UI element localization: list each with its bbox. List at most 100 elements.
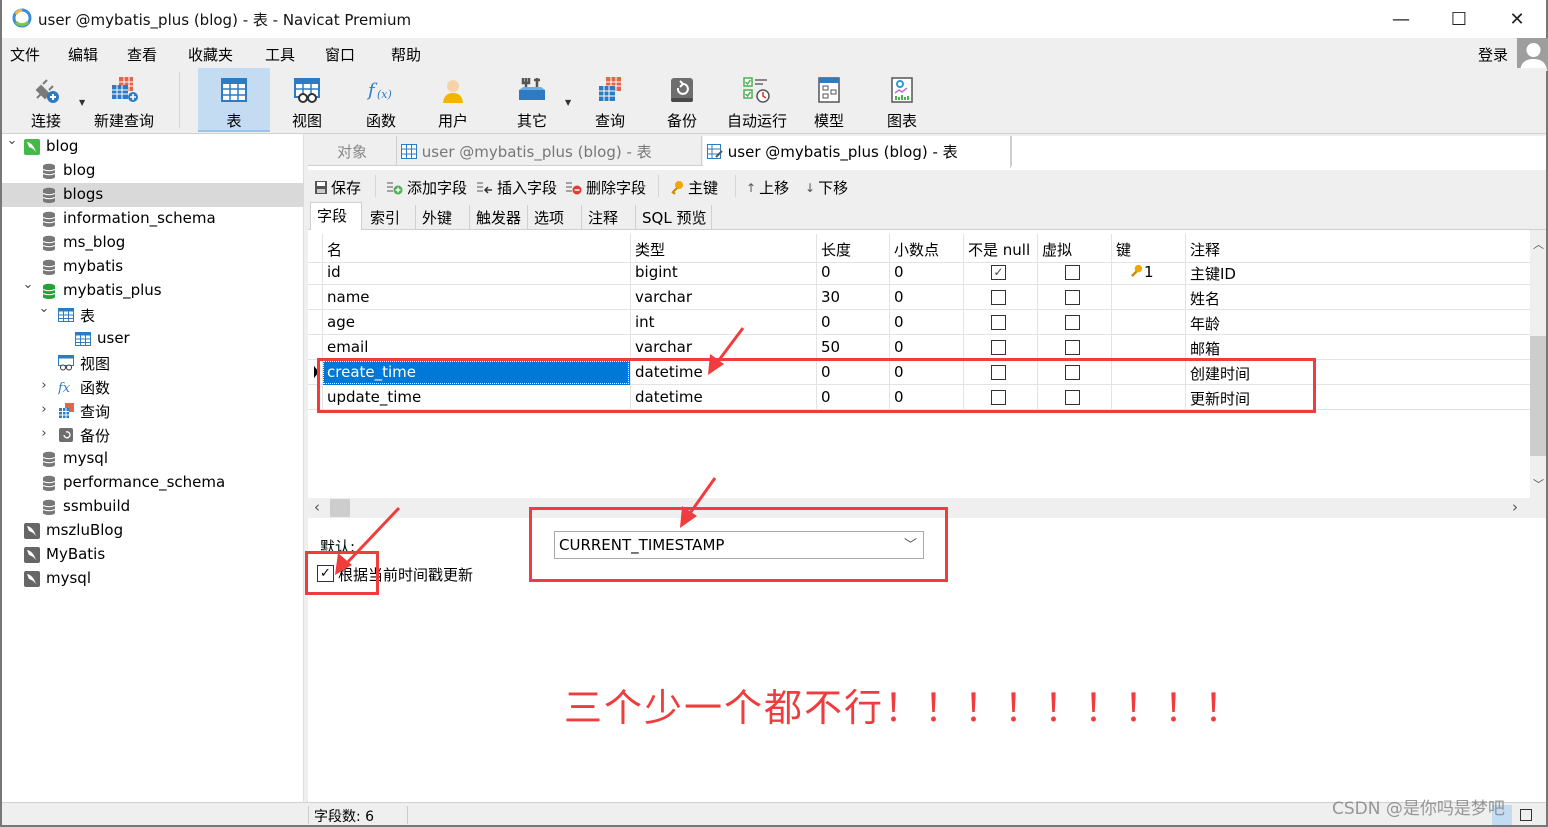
cell-decimals[interactable]: 0 (889, 335, 963, 360)
tree-node-mybatis_plus[interactable]: ⌄ mybatis_plus (2, 277, 304, 303)
cell-type[interactable]: datetime (630, 360, 816, 385)
move-up-button[interactable]: ↑ 上移 (746, 177, 789, 198)
tree-node-mszluBlog[interactable]: mszluBlog (2, 519, 304, 543)
virtual-checkbox[interactable] (1065, 290, 1080, 305)
tab-user-table-1[interactable]: user @mybatis_plus (blog) - 表 (396, 136, 702, 166)
tree-node-ssmbuild[interactable]: ssmbuild (2, 495, 304, 519)
tree-node-information_schema[interactable]: information_schema (2, 207, 304, 231)
tab-user-table-2[interactable]: user @mybatis_plus (blog) - 表 (703, 136, 1011, 168)
cell-type[interactable]: varchar (630, 285, 816, 310)
tab-sql-preview[interactable]: SQL 预览 (636, 205, 712, 230)
tab-indexes[interactable]: 索引 (364, 205, 416, 230)
close-button[interactable]: ✕ (1488, 0, 1546, 38)
virtual-checkbox[interactable] (1065, 390, 1080, 405)
cell-type[interactable]: datetime (630, 385, 816, 410)
avatar[interactable] (1517, 38, 1548, 71)
cell-name[interactable]: email (322, 335, 630, 360)
field-row-age[interactable]: age int 0 0 年龄 (308, 310, 1530, 335)
toolbar-connect-button[interactable]: 连接 (18, 68, 74, 132)
field-row-email[interactable]: email varchar 50 0 邮箱 (308, 335, 1530, 360)
cell-name[interactable]: update_time (322, 385, 630, 410)
cell-length[interactable]: 0 (816, 260, 889, 285)
menu-window[interactable]: 窗口 (325, 44, 355, 65)
cell-length[interactable]: 30 (816, 285, 889, 310)
toolbar-chart-button[interactable]: 图表 (874, 68, 930, 132)
cell-decimals[interactable]: 0 (889, 260, 963, 285)
update-on-timestamp-checkbox[interactable]: ✓ (317, 565, 334, 582)
field-row-name[interactable]: name varchar 30 0 姓名 (308, 285, 1530, 310)
toolbar-new-query-button[interactable]: 新建查询 (90, 68, 158, 132)
not-null-checkbox[interactable] (991, 290, 1006, 305)
save-button[interactable]: 保存 (314, 177, 361, 198)
column-header-key[interactable]: 键 (1111, 234, 1185, 262)
tab-fields[interactable]: 字段 (310, 202, 362, 231)
cell-length[interactable]: 0 (816, 310, 889, 335)
cell-key[interactable] (1111, 360, 1185, 385)
menu-help[interactable]: 帮助 (391, 44, 421, 65)
toolbar-query-button[interactable]: 查询 (582, 68, 638, 132)
tree-node-mysql[interactable]: mysql (2, 447, 304, 471)
cell-type[interactable]: varchar (630, 335, 816, 360)
virtual-checkbox[interactable] (1065, 340, 1080, 355)
tree-node-MyBatis[interactable]: MyBatis (2, 543, 304, 567)
default-value-select[interactable]: CURRENT_TIMESTAMP ﹀ (554, 531, 924, 559)
field-row-id[interactable]: id bigint 0 0 ✓ 1 主键ID (308, 260, 1530, 285)
tab-comment[interactable]: 注释 (582, 205, 636, 230)
cell-decimals[interactable]: 0 (889, 385, 963, 410)
tree-node-backups[interactable]: › 备份 (2, 423, 304, 447)
scroll-up-icon[interactable]: ︿ (1533, 236, 1544, 252)
scroll-right-icon[interactable]: › (1512, 498, 1518, 516)
cell-name[interactable]: create_time (322, 360, 630, 385)
chevron-down-icon[interactable]: ⌄ (37, 301, 51, 316)
other-dropdown-caret-icon[interactable]: ▼ (565, 98, 571, 107)
cell-name[interactable]: age (322, 310, 630, 335)
tree-node-tables[interactable]: ⌄ 表 (2, 301, 304, 327)
cell-length[interactable]: 0 (816, 385, 889, 410)
minimize-button[interactable]: — (1372, 0, 1430, 38)
cell-comment[interactable]: 更新时间 (1185, 385, 1530, 410)
cell-key[interactable] (1111, 385, 1185, 410)
cell-length[interactable]: 50 (816, 335, 889, 360)
tree-node-blog[interactable]: blog (2, 159, 304, 183)
column-header-name[interactable]: 名 (322, 234, 630, 262)
column-header-comment[interactable]: 注释 (1185, 234, 1530, 262)
cell-type[interactable]: int (630, 310, 816, 335)
menu-edit[interactable]: 编辑 (68, 44, 98, 65)
column-header-virtual[interactable]: 虚拟 (1037, 234, 1111, 262)
toolbar-user-button[interactable]: 用户 (424, 68, 482, 132)
add-field-button[interactable]: 添加字段 (386, 177, 467, 198)
tree-node-mybatis[interactable]: mybatis (2, 255, 304, 279)
toolbar-backup-button[interactable]: 备份 (654, 68, 710, 132)
maximize-button[interactable]: ☐ (1430, 0, 1488, 38)
not-null-checkbox[interactable] (991, 390, 1006, 405)
menu-view[interactable]: 查看 (127, 44, 157, 65)
toolbar-automation-button[interactable]: 自动运行 (722, 68, 792, 132)
grid-horizontal-scrollbar[interactable]: ‹ › (308, 498, 1546, 518)
chevron-down-icon[interactable]: ⌄ (5, 133, 19, 148)
primary-key-button[interactable]: 主键 (670, 177, 718, 198)
tab-options[interactable]: 选项 (528, 205, 582, 230)
tab-triggers[interactable]: 触发器 (470, 205, 528, 230)
not-null-checkbox[interactable] (991, 315, 1006, 330)
tab-foreign-keys[interactable]: 外键 (416, 205, 470, 230)
field-row-update-time[interactable]: update_time datetime 0 0 更新时间 (308, 385, 1530, 410)
cell-comment[interactable]: 年龄 (1185, 310, 1530, 335)
cell-decimals[interactable]: 0 (889, 310, 963, 335)
tree-node-queries[interactable]: › 查询 (2, 399, 304, 423)
cell-key[interactable] (1111, 310, 1185, 335)
scroll-down-icon[interactable]: ﹀ (1533, 476, 1544, 492)
cell-comment[interactable]: 邮箱 (1185, 335, 1530, 360)
scroll-left-icon[interactable]: ‹ (314, 498, 320, 516)
column-header-type[interactable]: 类型 (630, 234, 816, 262)
not-null-checkbox[interactable]: ✓ (991, 265, 1006, 280)
menu-favorites[interactable]: 收藏夹 (188, 44, 233, 65)
cell-decimals[interactable]: 0 (889, 285, 963, 310)
cell-name[interactable]: id (322, 260, 630, 285)
cell-length[interactable]: 0 (816, 360, 889, 385)
not-null-checkbox[interactable] (991, 365, 1006, 380)
tree-node-performance_schema[interactable]: performance_schema (2, 471, 304, 495)
cell-decimals[interactable]: 0 (889, 360, 963, 385)
not-null-checkbox[interactable] (991, 340, 1006, 355)
cell-key[interactable] (1111, 335, 1185, 360)
tree-node-blog[interactable]: ⌄ blog (2, 133, 304, 159)
